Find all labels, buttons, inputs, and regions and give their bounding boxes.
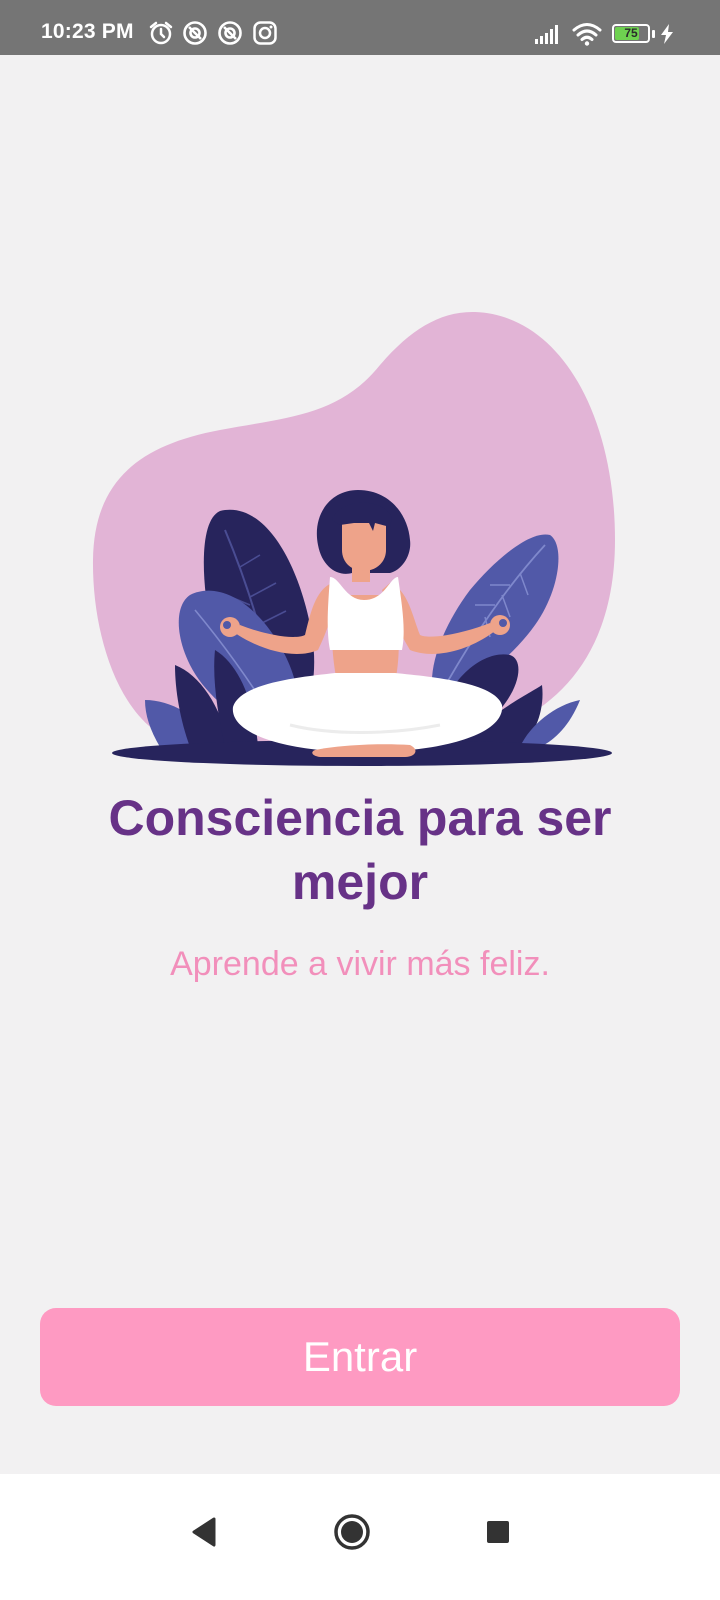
right-hand-mudra bbox=[499, 619, 507, 627]
signal-icon bbox=[535, 25, 558, 44]
face bbox=[342, 523, 386, 571]
battery-level: 75 bbox=[624, 26, 638, 40]
navigation-bar bbox=[0, 1474, 720, 1600]
meditation-illustration bbox=[92, 311, 615, 766]
left-hand-mudra bbox=[223, 621, 231, 629]
status-bar: 10:23 PM 75 bbox=[0, 0, 720, 55]
back-icon[interactable] bbox=[174, 1502, 234, 1562]
page-subtitle: Aprende a vivir más feliz. bbox=[170, 945, 550, 983]
alarm-icon bbox=[149, 21, 173, 45]
wifi-icon bbox=[572, 23, 602, 46]
status-time: 10:23 PM bbox=[41, 20, 134, 43]
pants bbox=[232, 673, 503, 750]
battery-icon: 75 bbox=[612, 24, 650, 43]
charging-icon bbox=[661, 24, 673, 44]
home-icon[interactable] bbox=[322, 1502, 382, 1562]
enter-button[interactable]: Entrar bbox=[40, 1308, 680, 1406]
vpn-app-icon bbox=[183, 21, 207, 45]
vpn-app-icon-2 bbox=[218, 21, 242, 45]
instagram-icon bbox=[253, 21, 277, 45]
battery-cap bbox=[652, 30, 655, 38]
page-title: Consciencia para ser mejor bbox=[108, 790, 612, 910]
recents-icon[interactable] bbox=[468, 1502, 528, 1562]
